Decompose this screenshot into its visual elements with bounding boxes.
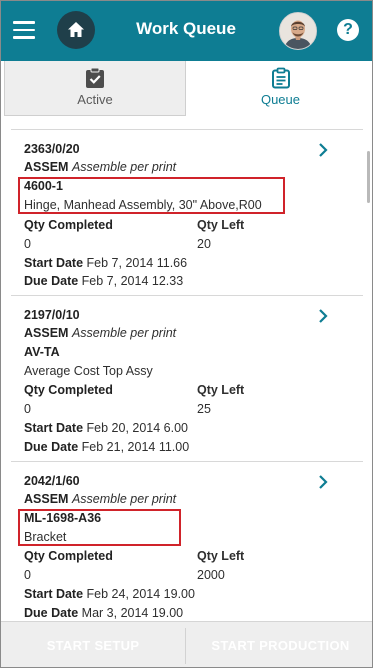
due-date-line: Due Date Feb 21, 2014 11.00 bbox=[24, 439, 189, 455]
start-date-label: Start Date bbox=[24, 421, 84, 435]
qty-completed-label: Qty Completed bbox=[24, 549, 113, 563]
hamburger-menu-icon[interactable] bbox=[13, 21, 35, 39]
tab-queue[interactable]: Queue bbox=[187, 61, 372, 116]
app-frame: Work Queue ? Active Queue 2363/0/20 ASSE… bbox=[0, 0, 373, 668]
job-number: 2042/1/60 bbox=[24, 474, 80, 488]
home-button[interactable] bbox=[57, 11, 95, 49]
clipboard-check-icon bbox=[85, 67, 105, 94]
start-date-value: Feb 24, 2014 19.00 bbox=[86, 587, 195, 601]
highlight-box bbox=[18, 509, 181, 546]
app-header: Work Queue ? bbox=[1, 1, 372, 61]
start-date-label: Start Date bbox=[24, 256, 84, 270]
page-title: Work Queue bbox=[136, 19, 236, 38]
highlight-box bbox=[18, 177, 285, 214]
due-date-value: Mar 3, 2014 19.00 bbox=[81, 606, 184, 620]
due-date-line: Due Date Feb 7, 2014 12.33 bbox=[24, 273, 183, 289]
help-button[interactable]: ? bbox=[337, 19, 359, 41]
footer-divider bbox=[185, 628, 186, 664]
user-avatar[interactable] bbox=[279, 12, 317, 50]
start-date-line: Start Date Feb 20, 2014 6.00 bbox=[24, 420, 188, 436]
job-number: 2197/0/10 bbox=[24, 308, 80, 322]
chevron-right-icon[interactable] bbox=[317, 475, 329, 489]
qty-completed-value: 0 bbox=[24, 402, 31, 416]
tab-bar: Active Queue bbox=[1, 61, 372, 117]
qty-completed-value: 0 bbox=[24, 568, 31, 582]
due-date-value: Feb 7, 2014 12.33 bbox=[81, 274, 184, 288]
due-date-line: Due Date Mar 3, 2014 19.00 bbox=[24, 605, 183, 621]
start-date-line: Start Date Feb 24, 2014 19.00 bbox=[24, 586, 195, 602]
operation-code: ASSEM bbox=[24, 160, 69, 174]
tab-queue-label: Queue bbox=[260, 92, 301, 107]
qty-left-label: Qty Left bbox=[197, 383, 245, 397]
tab-active-label: Active bbox=[77, 92, 113, 107]
due-date-value: Feb 21, 2014 11.00 bbox=[81, 440, 190, 454]
qty-left-value: 20 bbox=[197, 237, 211, 251]
start-date-value: Feb 7, 2014 11.66 bbox=[86, 256, 188, 270]
list-item[interactable]: 2197/0/10 ASSEM Assemble per print AV-TA… bbox=[11, 295, 363, 462]
list-item[interactable]: 2363/0/20 ASSEM Assemble per print 4600-… bbox=[11, 129, 363, 296]
start-date-value: Feb 20, 2014 6.00 bbox=[86, 421, 189, 435]
list-scrollbar[interactable] bbox=[367, 151, 370, 203]
due-date-label: Due Date bbox=[24, 606, 79, 620]
clipboard-list-icon bbox=[271, 67, 291, 94]
part-number: AV-TA bbox=[24, 345, 60, 359]
qty-completed-label: Qty Completed bbox=[24, 383, 113, 397]
action-footer: START SETUP START PRODUCTION bbox=[1, 621, 372, 667]
job-number: 2363/0/20 bbox=[24, 142, 80, 156]
operation-code: ASSEM bbox=[24, 492, 69, 506]
chevron-right-icon[interactable] bbox=[317, 143, 329, 157]
operation-desc: Assemble per print bbox=[71, 160, 177, 174]
due-date-label: Due Date bbox=[24, 274, 79, 288]
start-date-label: Start Date bbox=[24, 587, 84, 601]
queue-list[interactable]: 2363/0/20 ASSEM Assemble per print 4600-… bbox=[11, 118, 363, 621]
qty-left-value: 25 bbox=[197, 402, 211, 416]
qty-left-label: Qty Left bbox=[197, 549, 245, 563]
operation-desc: Assemble per print bbox=[71, 492, 177, 506]
user-photo-icon bbox=[280, 13, 316, 49]
qty-left-value: 2000 bbox=[197, 568, 225, 582]
chevron-right-icon[interactable] bbox=[317, 309, 329, 323]
qty-completed-label: Qty Completed bbox=[24, 218, 113, 232]
start-date-line: Start Date Feb 7, 2014 11.66 bbox=[24, 255, 187, 271]
home-icon bbox=[68, 22, 84, 37]
operation-desc: Assemble per print bbox=[71, 326, 177, 340]
start-setup-button[interactable]: START SETUP bbox=[1, 622, 185, 667]
qty-completed-value: 0 bbox=[24, 237, 31, 251]
list-item[interactable]: 2042/1/60 ASSEM Assemble per print ML-16… bbox=[11, 461, 363, 621]
due-date-label: Due Date bbox=[24, 440, 79, 454]
start-production-button[interactable]: START PRODUCTION bbox=[187, 622, 372, 667]
operation-code: ASSEM bbox=[24, 326, 69, 340]
operation-line: ASSEM Assemble per print bbox=[24, 159, 176, 175]
operation-line: ASSEM Assemble per print bbox=[24, 325, 176, 341]
operation-line: ASSEM Assemble per print bbox=[24, 491, 176, 507]
part-description: Average Cost Top Assy bbox=[24, 364, 153, 378]
qty-left-label: Qty Left bbox=[197, 218, 245, 232]
tab-active[interactable]: Active bbox=[4, 61, 186, 116]
